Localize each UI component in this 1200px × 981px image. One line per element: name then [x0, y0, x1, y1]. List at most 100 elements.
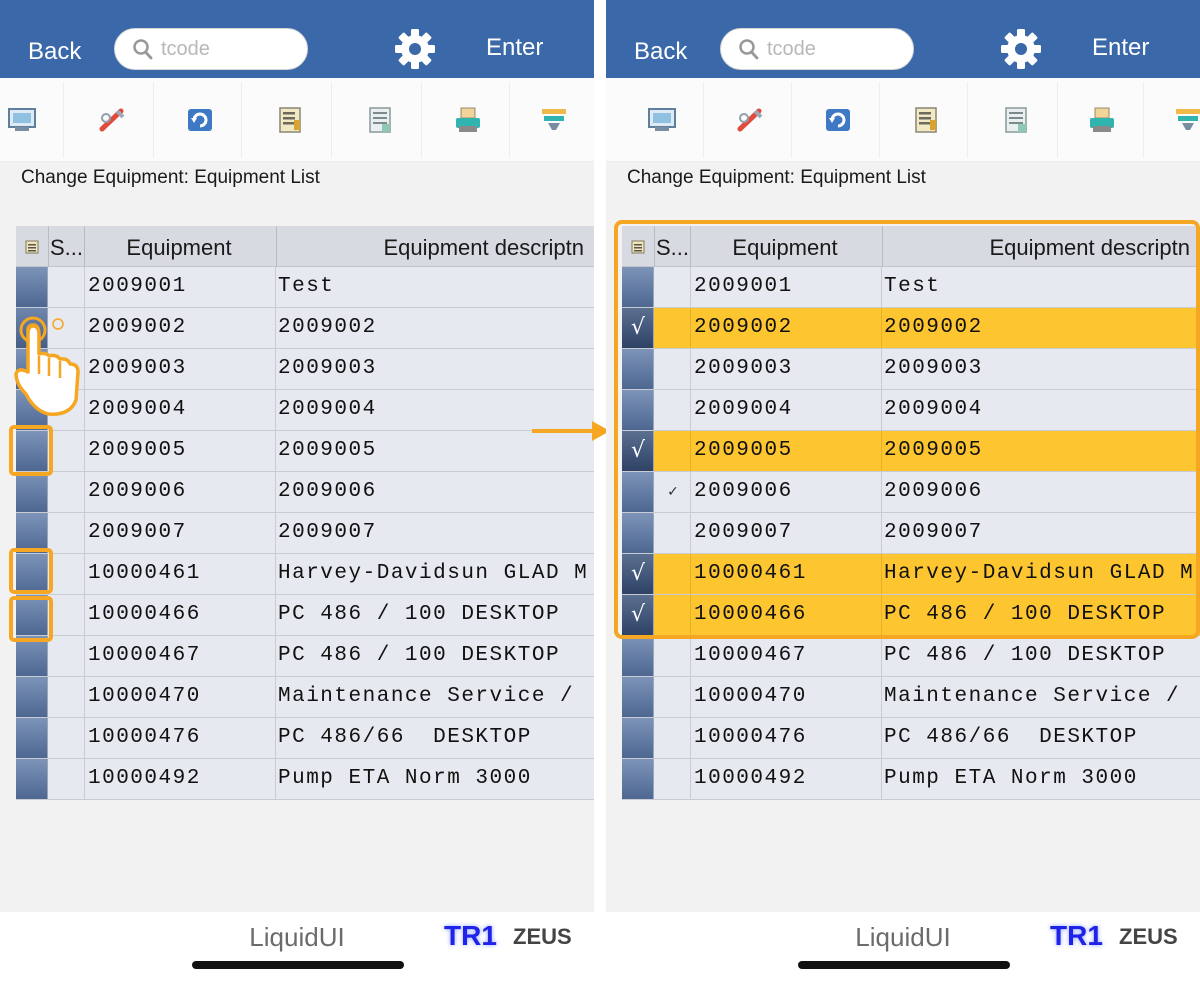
- back-button[interactable]: Back: [28, 38, 81, 66]
- document-button[interactable]: [338, 82, 422, 158]
- enter-button[interactable]: Enter: [1092, 34, 1149, 62]
- display-button[interactable]: [620, 82, 704, 158]
- equipment-number-cell[interactable]: 2009006: [692, 472, 882, 512]
- equipment-description-cell[interactable]: 2009002: [278, 308, 594, 348]
- equipment-number-cell[interactable]: 2009003: [692, 349, 882, 389]
- equipment-number-cell[interactable]: 2009004: [692, 390, 882, 430]
- equipment-description-cell[interactable]: PC 486 / 100 DESKTOP: [278, 636, 594, 676]
- equipment-number-cell[interactable]: 2009002: [692, 308, 882, 348]
- equipment-description-cell[interactable]: 2009007: [278, 513, 594, 553]
- table-row[interactable]: √ 2009005 2009005: [622, 431, 1200, 472]
- row-selector[interactable]: [16, 677, 48, 717]
- row-selector[interactable]: [16, 636, 48, 676]
- equipment-number-cell[interactable]: 2009006: [86, 472, 276, 512]
- equipment-number-cell[interactable]: 10000470: [86, 677, 276, 717]
- equipment-number-cell[interactable]: 10000492: [86, 759, 276, 799]
- column-header-status[interactable]: S...: [50, 235, 83, 261]
- equipment-number-cell[interactable]: 10000476: [692, 718, 882, 758]
- table-row[interactable]: 2009002 2009002: [16, 308, 594, 349]
- equipment-description-cell[interactable]: 2009005: [278, 431, 594, 471]
- table-row[interactable]: ✓ 2009006 2009006: [622, 472, 1200, 513]
- edit-button[interactable]: [70, 82, 154, 158]
- tcode-input[interactable]: [767, 35, 907, 63]
- equipment-number-cell[interactable]: 2009001: [692, 267, 882, 307]
- back-button[interactable]: Back: [634, 38, 687, 66]
- table-row[interactable]: 2009003 2009003: [16, 349, 594, 390]
- row-selector[interactable]: √: [622, 431, 654, 471]
- equipment-number-cell[interactable]: 2009001: [86, 267, 276, 307]
- row-selector[interactable]: [16, 472, 48, 512]
- table-row[interactable]: 2009004 2009004: [16, 390, 594, 431]
- table-row[interactable]: √ 2009002 2009002: [622, 308, 1200, 349]
- row-selector[interactable]: [622, 390, 654, 430]
- table-row[interactable]: 10000470 Maintenance Service /: [16, 677, 594, 718]
- gear-icon[interactable]: [1000, 28, 1042, 70]
- select-all-button[interactable]: [16, 226, 48, 267]
- equipment-description-cell[interactable]: Harvey-Davidsun GLAD M: [278, 554, 594, 594]
- table-row[interactable]: 2009005 2009005: [16, 431, 594, 472]
- detail-list-button[interactable]: [248, 82, 332, 158]
- row-selector[interactable]: [16, 390, 48, 430]
- equipment-number-cell[interactable]: 2009004: [86, 390, 276, 430]
- refresh-button[interactable]: [796, 82, 880, 158]
- equipment-description-cell[interactable]: PC 486 / 100 DESKTOP: [884, 595, 1200, 635]
- equipment-description-cell[interactable]: 2009006: [884, 472, 1200, 512]
- equipment-description-cell[interactable]: PC 486/66 DESKTOP: [278, 718, 594, 758]
- print-button[interactable]: [1060, 82, 1144, 158]
- print-button[interactable]: [426, 82, 510, 158]
- equipment-number-cell[interactable]: 10000466: [86, 595, 276, 635]
- table-row[interactable]: 10000466 PC 486 / 100 DESKTOP: [16, 595, 594, 636]
- row-selector[interactable]: [16, 759, 48, 799]
- table-row[interactable]: 2009004 2009004: [622, 390, 1200, 431]
- equipment-number-cell[interactable]: 10000467: [86, 636, 276, 676]
- row-selector[interactable]: [622, 267, 654, 307]
- table-row[interactable]: 2009003 2009003: [622, 349, 1200, 390]
- row-selector[interactable]: [622, 636, 654, 676]
- table-row[interactable]: 2009006 2009006: [16, 472, 594, 513]
- table-row[interactable]: 2009001 Test: [622, 267, 1200, 308]
- equipment-number-cell[interactable]: 10000461: [692, 554, 882, 594]
- row-selector[interactable]: [16, 718, 48, 758]
- equipment-description-cell[interactable]: 2009004: [278, 390, 594, 430]
- equipment-description-cell[interactable]: PC 486 / 100 DESKTOP: [884, 636, 1200, 676]
- table-row[interactable]: 2009001 Test: [16, 267, 594, 308]
- table-row[interactable]: 10000476 PC 486/66 DESKTOP: [16, 718, 594, 759]
- filter-button[interactable]: [512, 82, 594, 158]
- equipment-description-cell[interactable]: Test: [278, 267, 594, 307]
- row-selector[interactable]: [16, 431, 48, 471]
- table-row[interactable]: 2009007 2009007: [622, 513, 1200, 554]
- document-button[interactable]: [974, 82, 1058, 158]
- row-selector[interactable]: [622, 677, 654, 717]
- equipment-number-cell[interactable]: 2009002: [86, 308, 276, 348]
- enter-button[interactable]: Enter: [486, 34, 543, 62]
- table-row[interactable]: √ 10000466 PC 486 / 100 DESKTOP: [622, 595, 1200, 636]
- equipment-number-cell[interactable]: 2009007: [86, 513, 276, 553]
- equipment-description-cell[interactable]: Pump ETA Norm 3000: [278, 759, 594, 799]
- equipment-description-cell[interactable]: 2009003: [884, 349, 1200, 389]
- row-selector[interactable]: [622, 513, 654, 553]
- table-row[interactable]: 10000492 Pump ETA Norm 3000: [16, 759, 594, 800]
- row-selector[interactable]: [16, 513, 48, 553]
- equipment-description-cell[interactable]: Test: [884, 267, 1200, 307]
- table-row[interactable]: 10000470 Maintenance Service /: [622, 677, 1200, 718]
- column-header-status[interactable]: S...: [656, 235, 689, 261]
- equipment-description-cell[interactable]: 2009003: [278, 349, 594, 389]
- equipment-description-cell[interactable]: Maintenance Service /: [884, 677, 1200, 717]
- refresh-button[interactable]: [158, 82, 242, 158]
- equipment-description-cell[interactable]: 2009004: [884, 390, 1200, 430]
- equipment-description-cell[interactable]: 2009007: [884, 513, 1200, 553]
- table-row[interactable]: 10000461 Harvey-Davidsun GLAD M: [16, 554, 594, 595]
- column-header-description[interactable]: Equipment descriptn: [278, 235, 584, 261]
- row-selector[interactable]: √: [622, 308, 654, 348]
- equipment-description-cell[interactable]: 2009005: [884, 431, 1200, 471]
- equipment-number-cell[interactable]: 2009003: [86, 349, 276, 389]
- table-row[interactable]: 10000467 PC 486 / 100 DESKTOP: [622, 636, 1200, 677]
- tcode-search-box[interactable]: [720, 28, 914, 70]
- column-header-description[interactable]: Equipment descriptn: [884, 235, 1190, 261]
- equipment-number-cell[interactable]: 2009007: [692, 513, 882, 553]
- table-row[interactable]: 10000476 PC 486/66 DESKTOP: [622, 718, 1200, 759]
- detail-list-button[interactable]: [884, 82, 968, 158]
- row-selector[interactable]: [622, 718, 654, 758]
- equipment-description-cell[interactable]: Harvey-Davidsun GLAD M: [884, 554, 1200, 594]
- table-row[interactable]: 10000492 Pump ETA Norm 3000: [622, 759, 1200, 800]
